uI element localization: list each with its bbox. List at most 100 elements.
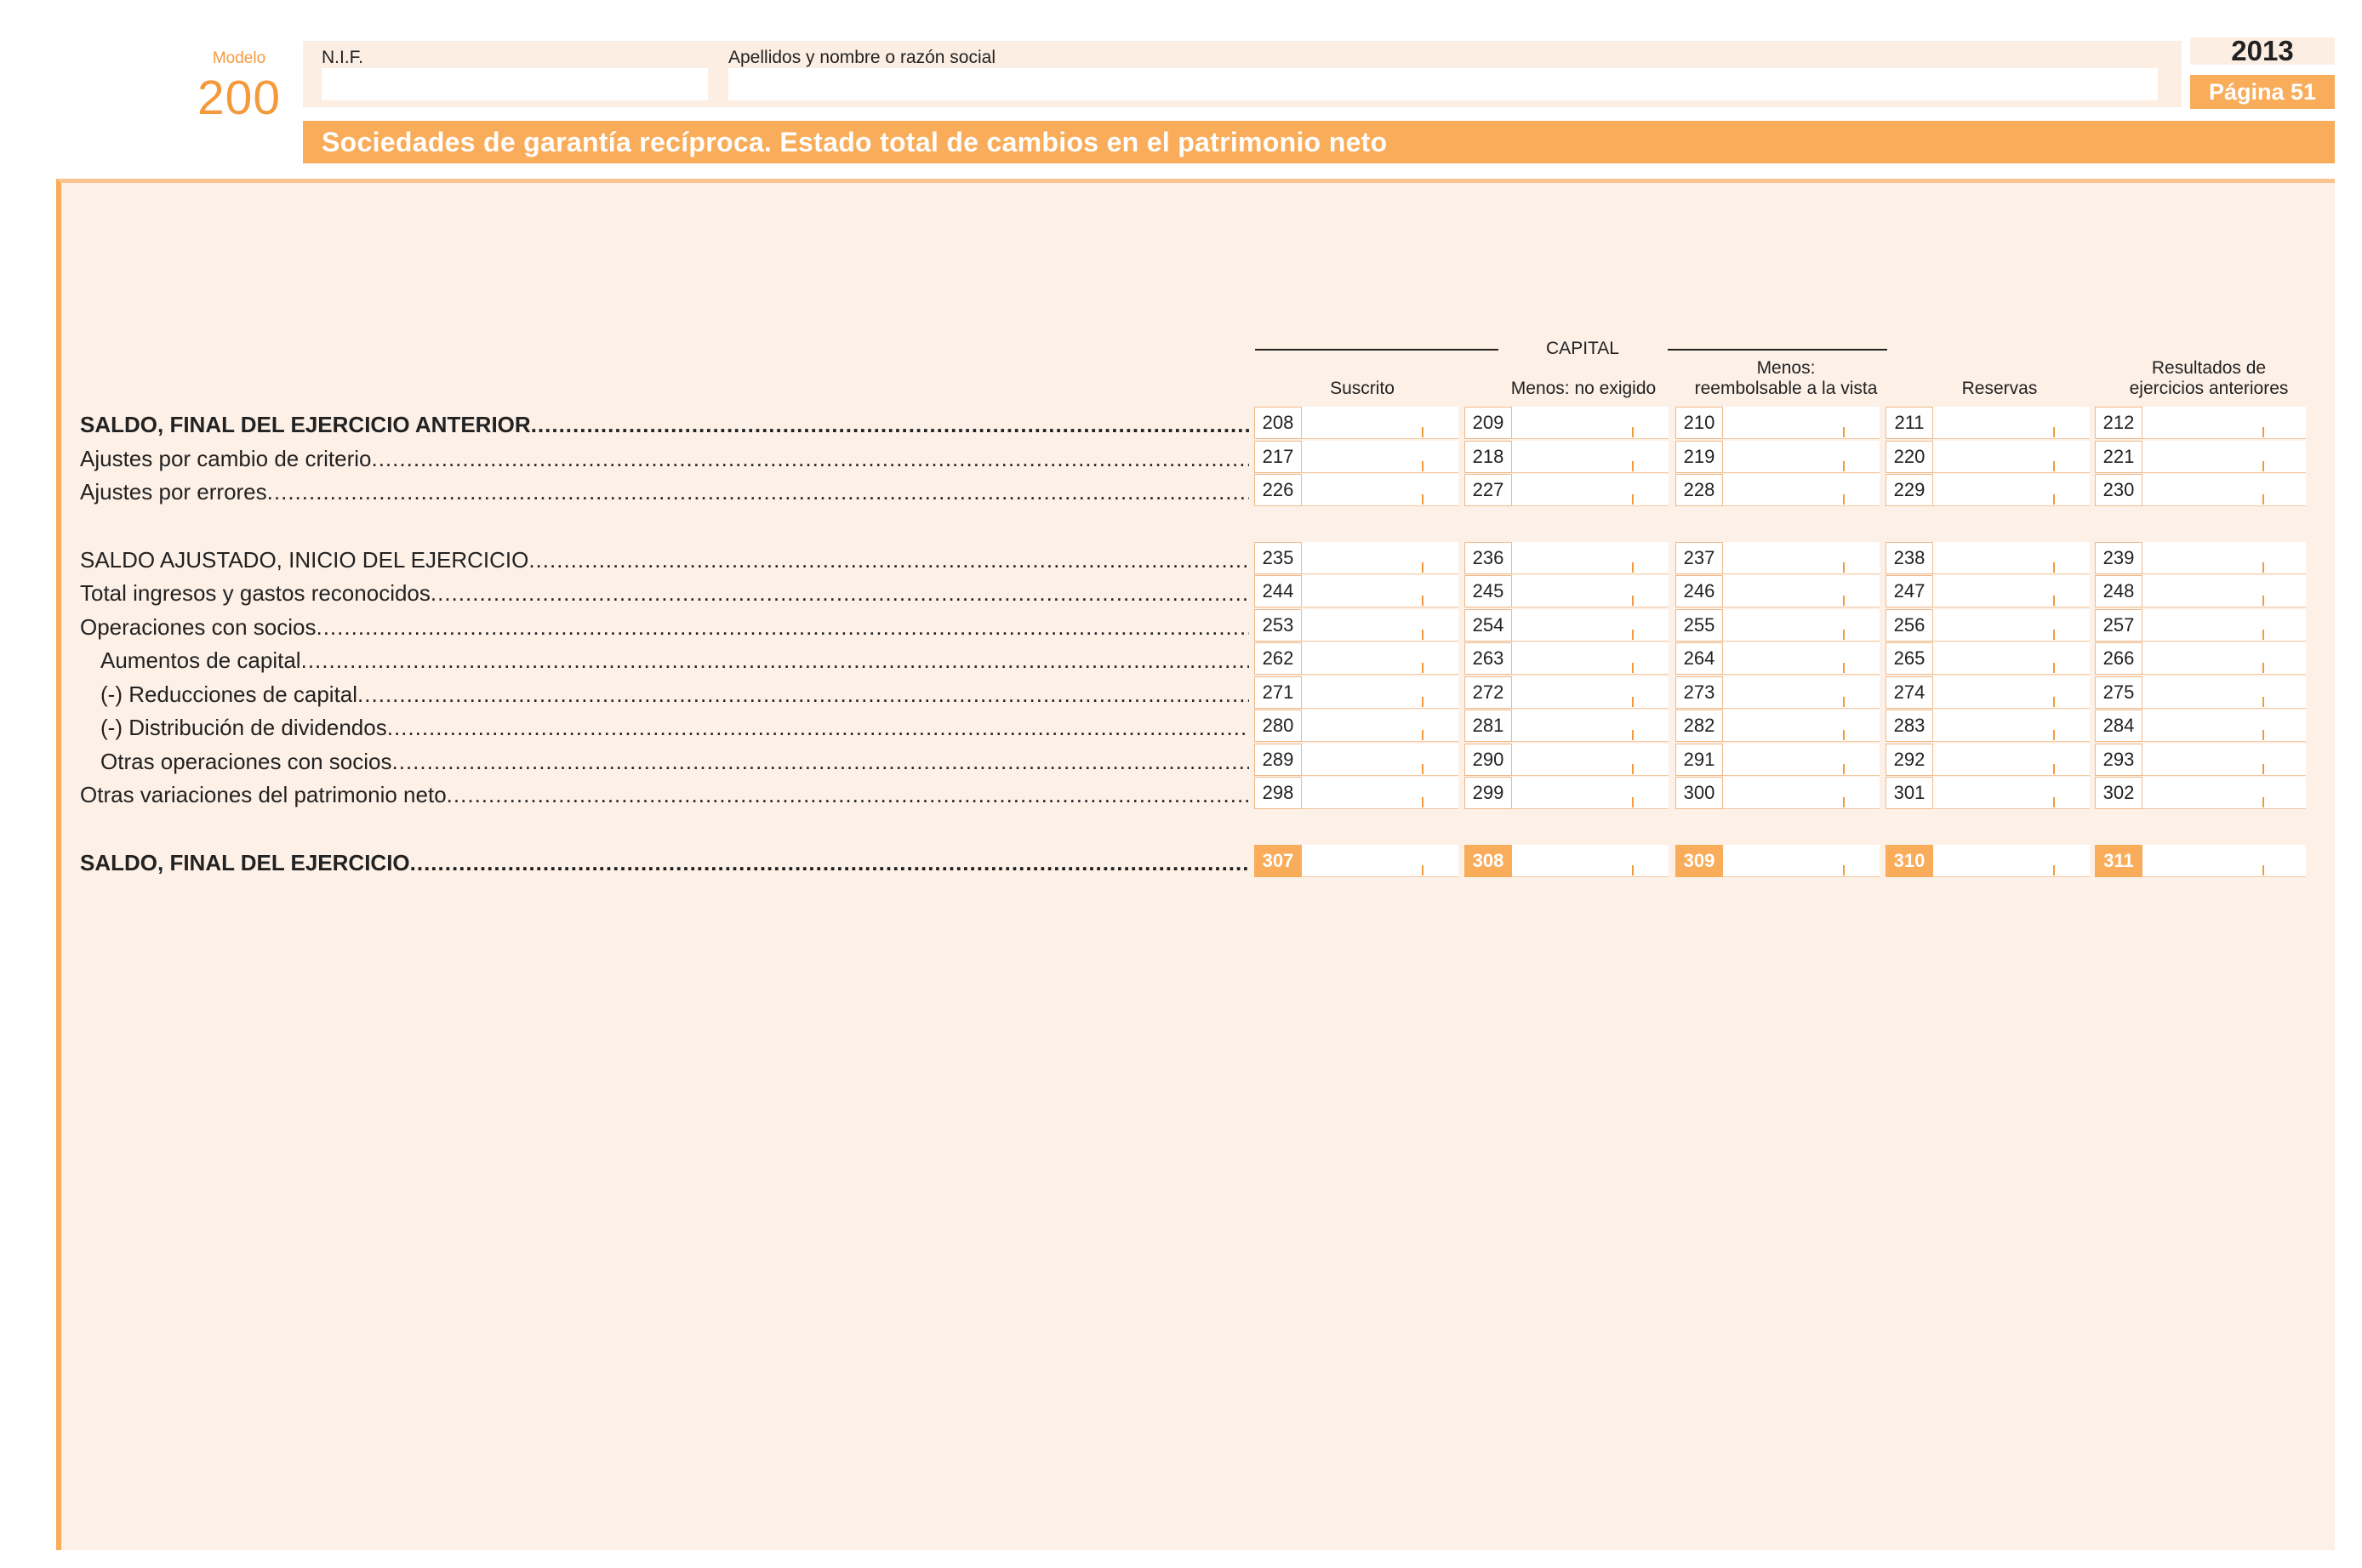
amount-input[interactable] xyxy=(1937,777,2090,807)
amount-input[interactable] xyxy=(1305,676,1458,707)
field-code: 253 xyxy=(1254,609,1302,641)
amount-input[interactable] xyxy=(2146,575,2299,606)
amount-input[interactable] xyxy=(2146,609,2299,640)
amount-input[interactable] xyxy=(1726,777,1880,807)
amount-input[interactable] xyxy=(1305,542,1458,573)
amount-input[interactable] xyxy=(1726,676,1880,707)
amount-input[interactable] xyxy=(1726,845,1880,875)
row-label-text: (-) Reducciones de capital xyxy=(100,681,358,707)
amount-input[interactable] xyxy=(2146,744,2299,774)
amount-input[interactable] xyxy=(1305,407,1458,437)
nif-label: N.I.F. xyxy=(322,48,364,67)
field-code: 275 xyxy=(2095,676,2142,709)
amount-input[interactable] xyxy=(1937,676,2090,707)
amount-input[interactable] xyxy=(1515,744,1669,774)
decimal-separator-mark xyxy=(1632,663,1634,673)
amount-input[interactable] xyxy=(1937,710,2090,740)
field-code: 282 xyxy=(1675,710,1723,742)
amount-input[interactable] xyxy=(1515,642,1669,673)
amount-input[interactable] xyxy=(1937,542,2090,573)
table-cell: 247 xyxy=(1886,575,2090,607)
amount-input[interactable] xyxy=(1726,710,1880,740)
table-cell: 218 xyxy=(1464,441,1669,473)
field-code: 311 xyxy=(2095,845,2142,877)
amount-input[interactable] xyxy=(2146,407,2299,437)
amount-input[interactable] xyxy=(1726,609,1880,640)
amount-input[interactable] xyxy=(1305,575,1458,606)
amount-input[interactable] xyxy=(2146,642,2299,673)
amount-input[interactable] xyxy=(1305,845,1458,875)
amount-input[interactable] xyxy=(1305,609,1458,640)
amount-input[interactable] xyxy=(1515,777,1669,807)
amount-input[interactable] xyxy=(1726,441,1880,471)
field-code: 284 xyxy=(2095,710,2142,742)
decimal-separator-mark xyxy=(1422,730,1423,740)
field-code: 308 xyxy=(1464,845,1512,877)
amount-input[interactable] xyxy=(1515,676,1669,707)
amount-input[interactable] xyxy=(1726,744,1880,774)
amount-input[interactable] xyxy=(2146,845,2299,875)
amount-input[interactable] xyxy=(1937,474,2090,505)
amount-input[interactable] xyxy=(1305,642,1458,673)
table-cell: 217 xyxy=(1254,441,1458,473)
amount-input[interactable] xyxy=(1305,744,1458,774)
table-cell: 308 xyxy=(1464,845,1669,877)
nif-field[interactable] xyxy=(322,68,708,100)
field-code: 293 xyxy=(2095,744,2142,776)
table-cell: 301 xyxy=(1886,777,2090,809)
amount-input[interactable] xyxy=(1515,710,1669,740)
table-cell: 309 xyxy=(1675,845,1880,877)
amount-input[interactable] xyxy=(1937,609,2090,640)
amount-input[interactable] xyxy=(1305,777,1458,807)
row-label-text: Aumentos de capital xyxy=(100,647,301,673)
decimal-separator-mark xyxy=(1632,596,1634,606)
amount-input[interactable] xyxy=(1515,407,1669,437)
row-label: Ajustes por errores xyxy=(80,479,1249,505)
amount-input[interactable] xyxy=(2146,777,2299,807)
decimal-separator-mark xyxy=(1843,865,1845,875)
name-label: Apellidos y nombre o razón social xyxy=(728,48,996,67)
field-code: 228 xyxy=(1675,474,1723,506)
amount-input[interactable] xyxy=(2146,710,2299,740)
amount-input[interactable] xyxy=(2146,474,2299,505)
amount-input[interactable] xyxy=(1305,474,1458,505)
amount-input[interactable] xyxy=(1726,642,1880,673)
amount-input[interactable] xyxy=(1726,474,1880,505)
decimal-separator-mark xyxy=(2053,663,2055,673)
amount-input[interactable] xyxy=(1515,845,1669,875)
table-cell: 235 xyxy=(1254,542,1458,574)
table-cell: 284 xyxy=(2095,710,2306,742)
amount-input[interactable] xyxy=(1515,542,1669,573)
row-label-text: Total ingresos y gastos reconocidos xyxy=(80,580,431,606)
amount-input[interactable] xyxy=(1726,575,1880,606)
amount-input[interactable] xyxy=(1937,744,2090,774)
table-cell: 257 xyxy=(2095,609,2306,641)
amount-input[interactable] xyxy=(1305,710,1458,740)
field-code: 300 xyxy=(1675,777,1723,809)
amount-input[interactable] xyxy=(2146,676,2299,707)
amount-input[interactable] xyxy=(1937,407,2090,437)
field-code: 212 xyxy=(2095,407,2142,439)
amount-input[interactable] xyxy=(1937,575,2090,606)
amount-input[interactable] xyxy=(1515,441,1669,471)
amount-input[interactable] xyxy=(1937,642,2090,673)
amount-input[interactable] xyxy=(1515,609,1669,640)
amount-input[interactable] xyxy=(1726,542,1880,573)
field-code: 264 xyxy=(1675,642,1723,675)
table-cell: 238 xyxy=(1886,542,2090,574)
amount-input[interactable] xyxy=(2146,441,2299,471)
amount-input[interactable] xyxy=(1937,441,2090,471)
amount-input[interactable] xyxy=(1726,407,1880,437)
amount-input[interactable] xyxy=(1937,845,2090,875)
table-cell: 253 xyxy=(1254,609,1458,641)
row-label-text: SALDO, FINAL DEL EJERCICIO ANTERIOR xyxy=(80,412,531,437)
field-code: 244 xyxy=(1254,575,1302,607)
amount-input[interactable] xyxy=(2146,542,2299,573)
field-code: 221 xyxy=(2095,441,2142,473)
field-code: 265 xyxy=(1886,642,1933,675)
amount-input[interactable] xyxy=(1305,441,1458,471)
name-field[interactable] xyxy=(728,68,2158,100)
amount-input[interactable] xyxy=(1515,575,1669,606)
amount-input[interactable] xyxy=(1515,474,1669,505)
decimal-separator-mark xyxy=(1632,697,1634,707)
